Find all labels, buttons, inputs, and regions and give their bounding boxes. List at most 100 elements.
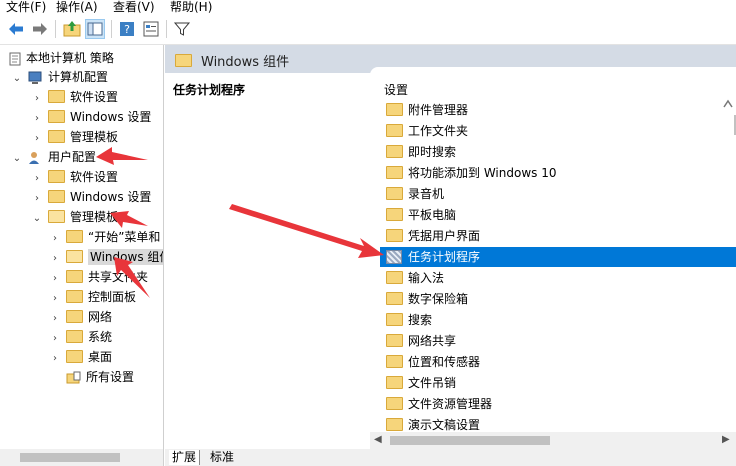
help-icon[interactable]: ?	[117, 19, 137, 39]
tree-item-cc-windows[interactable]: › Windows 设置	[32, 107, 151, 127]
settings-list-item[interactable]: 位置和传感器	[380, 352, 736, 372]
vertical-scrollbar[interactable]	[720, 95, 736, 435]
settings-list-item-label: 即时搜索	[408, 145, 457, 159]
chevron-right-icon[interactable]: ›	[32, 189, 42, 209]
scroll-right-icon[interactable]: ▶	[722, 434, 730, 445]
forward-arrow-icon[interactable]	[30, 19, 50, 39]
tree-item-shared-folders[interactable]: › 共享文件夹	[50, 267, 148, 287]
scrollbar-thumb[interactable]	[20, 453, 120, 462]
settings-list-item[interactable]: 附件管理器	[380, 100, 736, 120]
tree-item-uc-admin[interactable]: ⌄ 管理模板	[32, 207, 118, 227]
folder-icon	[386, 187, 403, 200]
chevron-down-icon[interactable]: ⌄	[32, 209, 42, 229]
chevron-right-icon[interactable]: ›	[50, 249, 60, 269]
chevron-right-icon[interactable]: ›	[32, 89, 42, 109]
settings-list-item[interactable]: 工作文件夹	[380, 121, 736, 141]
filter-icon[interactable]	[172, 19, 192, 39]
tree-label: 管理模板	[70, 210, 119, 224]
folder-open-icon	[66, 250, 83, 263]
menu-file[interactable]: 文件(F)	[6, 0, 46, 14]
tree-item-user-config[interactable]: ⌄ 用户配置	[12, 147, 96, 167]
menu-view[interactable]: 查看(V)	[113, 0, 155, 14]
tree-item-desktop[interactable]: › 桌面	[50, 347, 112, 367]
folder-icon	[66, 330, 83, 343]
tree-item-uc-software[interactable]: › 软件设置	[32, 167, 118, 187]
settings-list-item[interactable]: 任务计划程序	[380, 247, 736, 267]
chevron-right-icon[interactable]: ›	[32, 129, 42, 149]
chevron-right-icon[interactable]: ›	[50, 309, 60, 329]
chevron-down-icon[interactable]: ⌄	[12, 149, 22, 169]
tree-item-cc-admin[interactable]: › 管理模板	[32, 127, 118, 147]
settings-list-item-label: 将功能添加到 Windows 10	[408, 166, 557, 180]
settings-list-item[interactable]: 将功能添加到 Windows 10	[380, 163, 736, 183]
tab-extended[interactable]: 扩展	[169, 450, 201, 465]
folder-icon	[386, 355, 403, 368]
show-hide-tree-icon[interactable]	[85, 19, 105, 39]
tree-item-cc-software[interactable]: › 软件设置	[32, 87, 118, 107]
description-title: 任务计划程序	[173, 83, 246, 97]
chevron-right-icon[interactable]: ›	[50, 329, 60, 349]
tree-label: 桌面	[88, 350, 113, 364]
settings-list-item[interactable]: 文件吊销	[380, 373, 736, 393]
back-arrow-icon[interactable]	[6, 19, 26, 39]
tree-item-computer-config[interactable]: ⌄ 计算机配置	[12, 67, 108, 87]
settings-list-item[interactable]: 文件资源管理器	[380, 394, 736, 414]
scrollbar-thumb[interactable]	[390, 436, 550, 445]
tree-label: 网络	[88, 310, 113, 324]
settings-list-item[interactable]: 平板电脑	[380, 205, 736, 225]
chevron-right-icon[interactable]: ›	[50, 269, 60, 289]
menu-help[interactable]: 帮助(H)	[170, 0, 212, 14]
menu-action[interactable]: 操作(A)	[56, 0, 98, 14]
tree-label: 软件设置	[70, 90, 119, 104]
policy-document-icon	[9, 52, 21, 65]
folder-icon	[386, 271, 403, 284]
settings-list-item[interactable]: 搜索	[380, 310, 736, 330]
view-tabs: 扩展 标准	[165, 449, 736, 466]
toolbar-separator	[166, 20, 167, 38]
settings-list-item-label: 数字保险箱	[408, 292, 469, 306]
chevron-down-icon[interactable]: ⌄	[12, 69, 22, 89]
up-folder-icon[interactable]	[62, 19, 82, 39]
folder-icon	[386, 334, 403, 347]
settings-list-item-label: 网络共享	[408, 334, 457, 348]
tab-standard[interactable]: 标准	[207, 450, 237, 465]
settings-list-item[interactable]: 数字保险箱	[380, 289, 736, 309]
tree-item-windows-components[interactable]: › Windows 组件	[50, 247, 163, 269]
folder-icon	[386, 208, 403, 221]
tree-label: 系统	[88, 330, 113, 344]
settings-list-item[interactable]: 即时搜索	[380, 142, 736, 162]
settings-list-item[interactable]: 凭据用户界面	[380, 226, 736, 246]
settings-list-item-label: 文件吊销	[408, 376, 457, 390]
folder-icon	[175, 54, 192, 67]
folder-icon	[386, 124, 403, 137]
tree-item-system[interactable]: › 系统	[50, 327, 112, 347]
column-header-setting[interactable]: 设置	[384, 81, 408, 98]
chevron-right-icon[interactable]: ›	[32, 109, 42, 129]
all-settings-icon	[66, 371, 81, 383]
tree-item-all-settings[interactable]: 所有设置	[50, 367, 134, 387]
settings-list-item-label: 工作文件夹	[408, 124, 469, 138]
chevron-right-icon[interactable]: ›	[50, 289, 60, 309]
user-icon	[29, 151, 39, 164]
properties-icon[interactable]	[141, 19, 161, 39]
settings-list-item-label: 录音机	[408, 187, 445, 201]
chevron-right-icon[interactable]: ›	[32, 169, 42, 189]
list-horizontal-scrollbar[interactable]: ◀ ▶	[370, 432, 736, 449]
scroll-left-icon[interactable]: ◀	[374, 434, 382, 445]
tree-item-control-panel[interactable]: › 控制面板	[50, 287, 136, 307]
folder-icon	[48, 170, 65, 183]
settings-list-item[interactable]: 输入法	[380, 268, 736, 288]
tree-item-network[interactable]: › 网络	[50, 307, 112, 327]
tree-item-uc-windows[interactable]: › Windows 设置	[32, 187, 151, 207]
tree-item-start-menu[interactable]: › “开始”菜单和	[50, 227, 160, 247]
tree-label: 管理模板	[70, 130, 119, 144]
settings-list-item-label: 位置和传感器	[408, 355, 481, 369]
chevron-right-icon[interactable]: ›	[50, 349, 60, 369]
tree-item-root[interactable]: 本地计算机 策略	[8, 48, 114, 68]
folder-icon	[66, 290, 83, 303]
settings-list-item[interactable]: 录音机	[380, 184, 736, 204]
chevron-right-icon[interactable]: ›	[50, 229, 60, 249]
settings-list-item[interactable]: 网络共享	[380, 331, 736, 351]
tree-horizontal-scrollbar[interactable]	[0, 449, 163, 466]
computer-icon	[28, 71, 42, 84]
